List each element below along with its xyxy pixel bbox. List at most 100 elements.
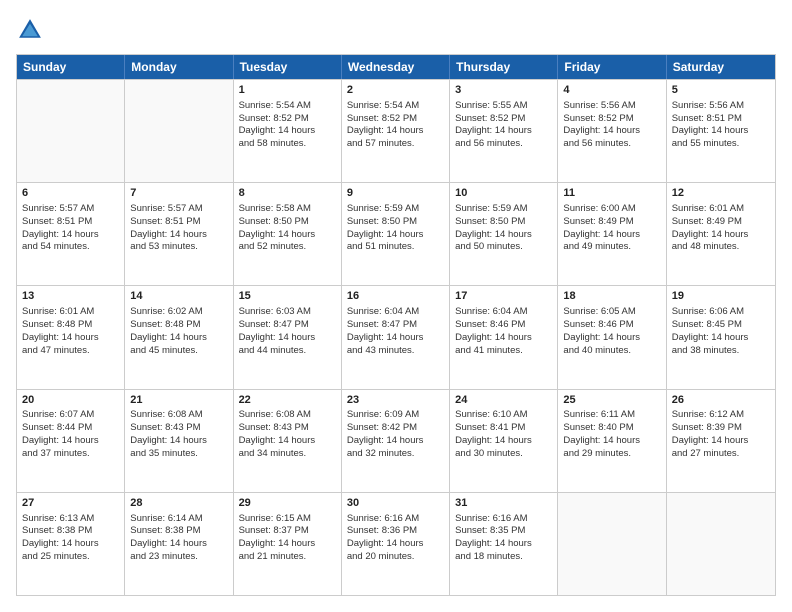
day-info-line: Sunrise: 6:04 AM bbox=[455, 306, 552, 319]
day-info-line: Daylight: 14 hours bbox=[672, 435, 770, 448]
day-info-line: Sunrise: 5:57 AM bbox=[22, 203, 119, 216]
day-cell-21: 21Sunrise: 6:08 AMSunset: 8:43 PMDayligh… bbox=[125, 390, 233, 492]
calendar: SundayMondayTuesdayWednesdayThursdayFrid… bbox=[16, 54, 776, 596]
day-cell-12: 12Sunrise: 6:01 AMSunset: 8:49 PMDayligh… bbox=[667, 183, 775, 285]
day-info-line: and 56 minutes. bbox=[455, 138, 552, 151]
day-info-line: and 20 minutes. bbox=[347, 551, 444, 564]
day-cell-1: 1Sunrise: 5:54 AMSunset: 8:52 PMDaylight… bbox=[234, 80, 342, 182]
day-cell-15: 15Sunrise: 6:03 AMSunset: 8:47 PMDayligh… bbox=[234, 286, 342, 388]
day-cell-28: 28Sunrise: 6:14 AMSunset: 8:38 PMDayligh… bbox=[125, 493, 233, 595]
day-info-line: Sunset: 8:51 PM bbox=[130, 216, 227, 229]
day-info-line: Daylight: 14 hours bbox=[347, 435, 444, 448]
day-info-line: Sunset: 8:52 PM bbox=[455, 113, 552, 126]
header-cell-thursday: Thursday bbox=[450, 55, 558, 79]
day-cell-30: 30Sunrise: 6:16 AMSunset: 8:36 PMDayligh… bbox=[342, 493, 450, 595]
empty-cell bbox=[125, 80, 233, 182]
day-cell-8: 8Sunrise: 5:58 AMSunset: 8:50 PMDaylight… bbox=[234, 183, 342, 285]
day-info-line: Sunset: 8:48 PM bbox=[130, 319, 227, 332]
day-cell-31: 31Sunrise: 6:16 AMSunset: 8:35 PMDayligh… bbox=[450, 493, 558, 595]
day-info-line: Sunset: 8:51 PM bbox=[672, 113, 770, 126]
page-header bbox=[16, 16, 776, 44]
day-info-line: and 23 minutes. bbox=[130, 551, 227, 564]
logo bbox=[16, 16, 48, 44]
day-info-line: and 51 minutes. bbox=[347, 241, 444, 254]
day-info-line: Sunset: 8:36 PM bbox=[347, 525, 444, 538]
day-number: 14 bbox=[130, 289, 227, 304]
day-info-line: Daylight: 14 hours bbox=[22, 435, 119, 448]
day-info-line: Sunrise: 5:59 AM bbox=[347, 203, 444, 216]
day-cell-17: 17Sunrise: 6:04 AMSunset: 8:46 PMDayligh… bbox=[450, 286, 558, 388]
day-info-line: Sunset: 8:39 PM bbox=[672, 422, 770, 435]
day-cell-9: 9Sunrise: 5:59 AMSunset: 8:50 PMDaylight… bbox=[342, 183, 450, 285]
day-info-line: and 32 minutes. bbox=[347, 448, 444, 461]
day-cell-5: 5Sunrise: 5:56 AMSunset: 8:51 PMDaylight… bbox=[667, 80, 775, 182]
header-cell-tuesday: Tuesday bbox=[234, 55, 342, 79]
day-info-line: and 54 minutes. bbox=[22, 241, 119, 254]
day-cell-2: 2Sunrise: 5:54 AMSunset: 8:52 PMDaylight… bbox=[342, 80, 450, 182]
day-number: 28 bbox=[130, 496, 227, 511]
empty-cell bbox=[558, 493, 666, 595]
day-info-line: Sunset: 8:48 PM bbox=[22, 319, 119, 332]
empty-cell bbox=[667, 493, 775, 595]
day-info-line: Daylight: 14 hours bbox=[22, 538, 119, 551]
day-info-line: Daylight: 14 hours bbox=[672, 332, 770, 345]
day-info-line: and 25 minutes. bbox=[22, 551, 119, 564]
day-info-line: Daylight: 14 hours bbox=[347, 229, 444, 242]
day-number: 27 bbox=[22, 496, 119, 511]
day-info-line: Sunset: 8:45 PM bbox=[672, 319, 770, 332]
day-info-line: and 56 minutes. bbox=[563, 138, 660, 151]
day-info-line: Daylight: 14 hours bbox=[455, 125, 552, 138]
day-info-line: and 37 minutes. bbox=[22, 448, 119, 461]
day-info-line: Sunset: 8:44 PM bbox=[22, 422, 119, 435]
day-info-line: Daylight: 14 hours bbox=[672, 125, 770, 138]
day-info-line: Sunset: 8:37 PM bbox=[239, 525, 336, 538]
day-info-line: Sunset: 8:38 PM bbox=[130, 525, 227, 538]
day-info-line: Sunrise: 6:06 AM bbox=[672, 306, 770, 319]
day-info-line: and 41 minutes. bbox=[455, 345, 552, 358]
day-info-line: and 58 minutes. bbox=[239, 138, 336, 151]
day-number: 1 bbox=[239, 83, 336, 98]
day-info-line: Sunrise: 5:58 AM bbox=[239, 203, 336, 216]
day-info-line: and 27 minutes. bbox=[672, 448, 770, 461]
calendar-row-4: 20Sunrise: 6:07 AMSunset: 8:44 PMDayligh… bbox=[17, 389, 775, 492]
day-info-line: Sunset: 8:49 PM bbox=[563, 216, 660, 229]
day-info-line: Sunset: 8:52 PM bbox=[563, 113, 660, 126]
empty-cell bbox=[17, 80, 125, 182]
day-info-line: Daylight: 14 hours bbox=[455, 435, 552, 448]
day-info-line: Sunrise: 6:01 AM bbox=[672, 203, 770, 216]
day-info-line: and 48 minutes. bbox=[672, 241, 770, 254]
day-number: 6 bbox=[22, 186, 119, 201]
header-cell-monday: Monday bbox=[125, 55, 233, 79]
day-info-line: Daylight: 14 hours bbox=[455, 229, 552, 242]
day-info-line: and 50 minutes. bbox=[455, 241, 552, 254]
day-number: 15 bbox=[239, 289, 336, 304]
day-info-line: Sunrise: 5:54 AM bbox=[347, 100, 444, 113]
day-number: 20 bbox=[22, 393, 119, 408]
day-info-line: and 21 minutes. bbox=[239, 551, 336, 564]
day-cell-10: 10Sunrise: 5:59 AMSunset: 8:50 PMDayligh… bbox=[450, 183, 558, 285]
day-number: 26 bbox=[672, 393, 770, 408]
calendar-row-2: 6Sunrise: 5:57 AMSunset: 8:51 PMDaylight… bbox=[17, 182, 775, 285]
day-info-line: and 49 minutes. bbox=[563, 241, 660, 254]
day-info-line: Sunset: 8:40 PM bbox=[563, 422, 660, 435]
day-number: 4 bbox=[563, 83, 660, 98]
calendar-row-1: 1Sunrise: 5:54 AMSunset: 8:52 PMDaylight… bbox=[17, 79, 775, 182]
day-info-line: Sunrise: 6:14 AM bbox=[130, 513, 227, 526]
day-cell-18: 18Sunrise: 6:05 AMSunset: 8:46 PMDayligh… bbox=[558, 286, 666, 388]
day-info-line: Daylight: 14 hours bbox=[563, 125, 660, 138]
calendar-body: 1Sunrise: 5:54 AMSunset: 8:52 PMDaylight… bbox=[17, 79, 775, 595]
day-info-line: Daylight: 14 hours bbox=[347, 538, 444, 551]
day-info-line: Sunset: 8:51 PM bbox=[22, 216, 119, 229]
calendar-row-5: 27Sunrise: 6:13 AMSunset: 8:38 PMDayligh… bbox=[17, 492, 775, 595]
day-info-line: Sunrise: 6:16 AM bbox=[347, 513, 444, 526]
day-info-line: and 34 minutes. bbox=[239, 448, 336, 461]
day-info-line: Sunset: 8:52 PM bbox=[347, 113, 444, 126]
day-info-line: and 40 minutes. bbox=[563, 345, 660, 358]
day-info-line: Sunset: 8:38 PM bbox=[22, 525, 119, 538]
day-number: 7 bbox=[130, 186, 227, 201]
calendar-header: SundayMondayTuesdayWednesdayThursdayFrid… bbox=[17, 55, 775, 79]
header-cell-friday: Friday bbox=[558, 55, 666, 79]
day-info-line: and 43 minutes. bbox=[347, 345, 444, 358]
day-info-line: Sunrise: 6:16 AM bbox=[455, 513, 552, 526]
day-cell-23: 23Sunrise: 6:09 AMSunset: 8:42 PMDayligh… bbox=[342, 390, 450, 492]
